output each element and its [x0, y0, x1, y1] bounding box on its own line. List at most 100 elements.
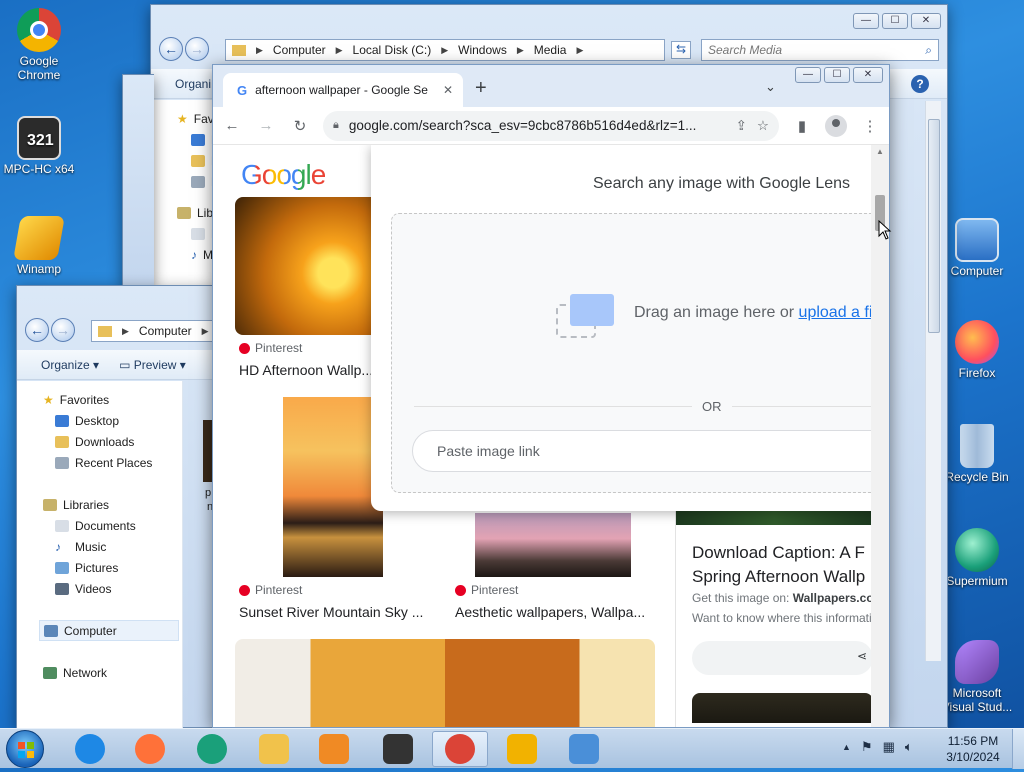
result-source-2[interactable]: Pinterest — [239, 583, 302, 597]
star-icon: ★ — [177, 111, 188, 126]
new-tab-button[interactable]: + — [475, 77, 487, 100]
forward-button[interactable]: → — [185, 37, 209, 61]
side-panel-title[interactable]: Download Caption: A F Spring Afternoon W… — [676, 525, 873, 589]
nav-favorites[interactable]: ★ Favorites — [43, 389, 182, 410]
taskbar-mpc-hc-button[interactable] — [370, 731, 426, 767]
back-button[interactable]: ← — [159, 37, 183, 61]
desktop-icon-firefox[interactable]: Firefox — [938, 320, 1016, 380]
result-image-1[interactable] — [235, 197, 375, 335]
desktop-icon-label: Recycle Bin — [945, 470, 1009, 484]
omnibox[interactable]: 🔒︎ google.com/search?sca_esv=9cbc8786b51… — [323, 110, 779, 141]
result-image-3[interactable] — [475, 513, 631, 577]
side-panel-next-image[interactable] — [692, 693, 873, 723]
desktop-icon-visual-studio[interactable]: Microsoft Visual Stud... — [938, 640, 1016, 714]
desktop-icon-chrome[interactable]: Google Chrome — [0, 8, 78, 82]
action-center-flag-icon[interactable]: ⚑ — [861, 739, 873, 755]
nav-item-pictures[interactable]: Pictures — [43, 557, 182, 578]
minimize-button[interactable]: — — [795, 67, 821, 83]
taskbar-chrome-button[interactable] — [432, 731, 488, 767]
preview-button[interactable]: ▭ Preview ▾ — [119, 358, 186, 372]
nav-item-documents[interactable]: Documents — [43, 515, 182, 536]
refresh-icon[interactable]: ⇆ — [671, 41, 691, 59]
close-button[interactable]: ✕ — [911, 13, 941, 29]
nav-item-videos[interactable]: Videos — [43, 578, 182, 599]
source-site-link[interactable]: Wallpapers.com — [793, 591, 873, 605]
scroll-thumb[interactable] — [928, 119, 940, 333]
breadcrumb-item[interactable]: Media — [534, 43, 567, 57]
maximize-button[interactable]: ☐ — [824, 67, 850, 83]
computer-icon — [44, 624, 58, 637]
network-tray-icon[interactable]: ▦ — [883, 739, 895, 755]
google-logo[interactable]: Google — [241, 159, 326, 191]
result-source-3[interactable]: Pinterest — [455, 583, 518, 597]
desktop-icon-mpc-hc[interactable]: 321 MPC-HC x64 — [0, 116, 78, 176]
bookmark-star-icon[interactable]: ☆ — [757, 118, 769, 134]
breadcrumb-item[interactable]: Computer — [273, 43, 326, 57]
share-icon[interactable]: ⋖ — [857, 649, 867, 663]
start-button[interactable] — [6, 730, 44, 768]
taskbar-supermium-button[interactable] — [184, 731, 240, 767]
desktop-icon-computer[interactable]: Computer — [938, 218, 1016, 278]
search-media-input[interactable]: Search Media ⌕ — [701, 39, 939, 61]
profile-avatar[interactable] — [825, 114, 847, 137]
scroll-up-arrow-icon[interactable]: ▲ — [876, 147, 884, 156]
reload-icon[interactable]: ↻ — [289, 115, 311, 137]
organize-menu[interactable]: Organi — [175, 77, 211, 91]
share-icon[interactable]: ⇪ — [736, 118, 747, 134]
nav-item-music[interactable]: ♪ Music — [43, 536, 182, 557]
tab-search-chevron-icon[interactable]: ⌄ — [765, 79, 776, 95]
chrome-window[interactable]: G afternoon wallpaper - Google Se ✕ + ⌄ … — [212, 64, 890, 728]
breadcrumb-item[interactable]: Local Disk (C:) — [353, 43, 432, 57]
taskbar-control-panel-button[interactable] — [556, 731, 612, 767]
forward-arrow-icon[interactable]: → — [255, 115, 277, 137]
upload-file-link[interactable]: upload a fi — [799, 304, 873, 321]
show-desktop-button[interactable] — [1012, 729, 1024, 769]
result-title-1[interactable]: HD Afternoon Wallp... — [239, 362, 379, 378]
lens-drop-zone[interactable]: Drag an image here or upload a fi OR Pas… — [391, 213, 873, 493]
desktop-icon-recycle-bin[interactable]: Recycle Bin — [938, 424, 1016, 484]
explorer-window-computer[interactable]: ← → ▶ Computer ▶ Organize ▾ ▭ Preview ▾ … — [16, 285, 217, 728]
result-image-2[interactable] — [283, 397, 383, 577]
volume-muted-icon[interactable]: 🔈︎ — [905, 739, 913, 755]
taskbar-firefox-button[interactable] — [122, 731, 178, 767]
nav-item-computer[interactable]: Computer — [39, 620, 179, 641]
close-button[interactable]: ✕ — [853, 67, 883, 83]
back-arrow-icon[interactable]: ← — [221, 115, 243, 137]
desktop-icon-supermium[interactable]: Supermium — [938, 528, 1016, 588]
address-bar[interactable]: ▶ Computer ▶ Local Disk (C:) ▶ Windows ▶… — [225, 39, 665, 61]
share-bar[interactable]: ⋖ — [692, 641, 873, 675]
paste-image-link-input[interactable]: Paste image link — [412, 430, 873, 472]
taskbar-file-explorer-button[interactable] — [246, 731, 302, 767]
taskbar-media-player-button[interactable] — [306, 731, 362, 767]
result-title-2[interactable]: Sunset River Mountain Sky ... — [239, 604, 425, 620]
taskbar-winamp-button[interactable] — [494, 731, 550, 767]
background-window[interactable] — [122, 74, 154, 286]
close-tab-icon[interactable]: ✕ — [443, 83, 453, 97]
vertical-scrollbar[interactable] — [925, 101, 941, 661]
minimize-button[interactable]: — — [853, 13, 879, 29]
music-icon: ♪ — [191, 247, 197, 262]
result-image-4[interactable] — [235, 639, 655, 727]
nav-item-network[interactable]: Network — [43, 662, 182, 683]
result-title-3[interactable]: Aesthetic wallpapers, Wallpa... — [455, 604, 651, 620]
menu-kebab-icon[interactable]: ⋮ — [859, 115, 881, 137]
back-button[interactable]: ← — [25, 318, 49, 342]
tab-afternoon-wallpaper[interactable]: G afternoon wallpaper - Google Se ✕ — [223, 73, 463, 107]
nav-libraries[interactable]: Libraries — [43, 494, 182, 515]
result-source-1[interactable]: Pinterest — [239, 341, 302, 355]
address-bar[interactable]: ▶ Computer ▶ — [91, 320, 217, 342]
organize-menu[interactable]: Organize ▾ — [41, 358, 99, 372]
breadcrumb-item[interactable]: Windows — [458, 43, 507, 57]
nav-item-downloads[interactable]: Downloads — [43, 431, 182, 452]
desktop-icon-winamp[interactable]: Winamp — [0, 216, 78, 276]
nav-item-recent-places[interactable]: Recent Places — [43, 452, 182, 473]
forward-button[interactable]: → — [51, 318, 75, 342]
side-panel-icon[interactable]: ▮ — [791, 115, 813, 137]
taskbar-internet-explorer-button[interactable] — [62, 731, 118, 767]
nav-item-desktop[interactable]: Desktop — [43, 410, 182, 431]
help-icon[interactable]: ? — [911, 75, 929, 93]
clock[interactable]: 11:56 PM 3/10/2024 — [940, 733, 1006, 765]
maximize-button[interactable]: ☐ — [882, 13, 908, 29]
show-hidden-icons-icon[interactable]: ▲ — [842, 742, 851, 752]
breadcrumb-item[interactable]: Computer — [139, 324, 192, 338]
